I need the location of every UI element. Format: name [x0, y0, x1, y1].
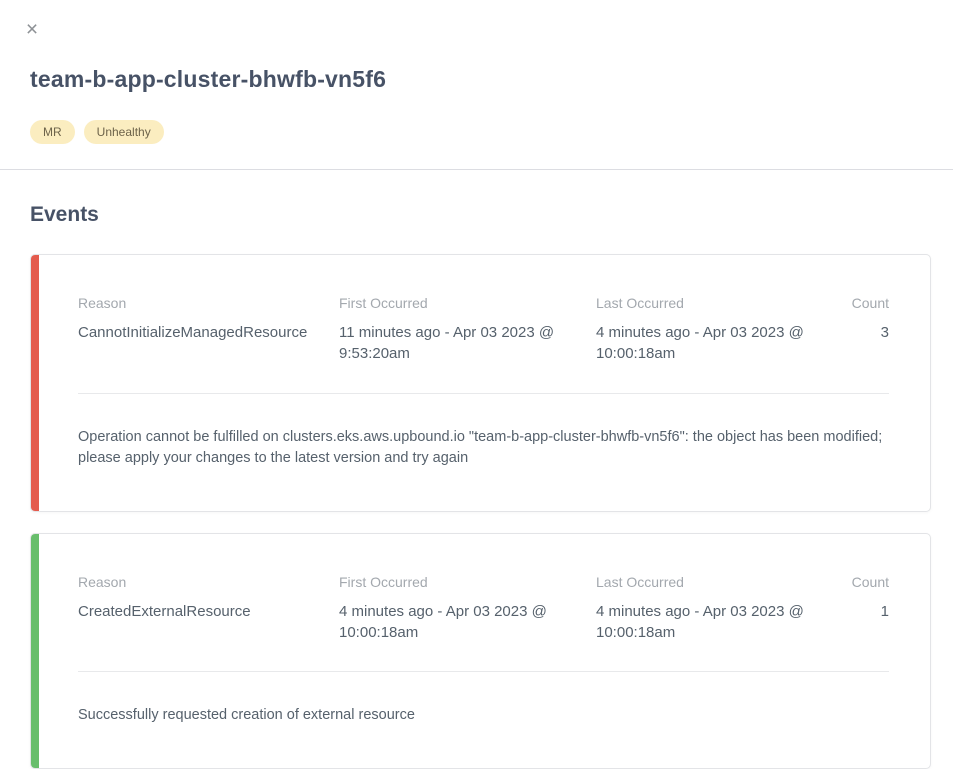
card-divider	[78, 671, 889, 672]
last-occurred-header: Last Occurred	[596, 295, 811, 311]
close-icon[interactable]: ×	[22, 20, 42, 40]
events-section: Events Reason CannotInitializeManagedRes…	[0, 203, 953, 769]
event-message: Successfully requested creation of exter…	[78, 705, 889, 726]
health-status-badge: Unhealthy	[84, 120, 164, 144]
event-table: Reason CreatedExternalResource First Occ…	[78, 574, 889, 644]
page-title: team-b-app-cluster-bhwfb-vn5f6	[30, 66, 923, 93]
event-message: Operation cannot be fulfilled on cluster…	[78, 427, 889, 469]
event-card-error: Reason CannotInitializeManagedResource F…	[30, 254, 931, 512]
last-occurred-value: 4 minutes ago - Apr 03 2023 @ 10:00:18am	[596, 601, 811, 644]
error-status-stripe	[31, 255, 39, 511]
first-occurred-value: 4 minutes ago - Apr 03 2023 @ 10:00:18am	[339, 601, 576, 644]
badge-row: MR Unhealthy	[30, 120, 923, 144]
header-divider	[0, 169, 953, 170]
success-status-stripe	[31, 534, 39, 769]
resource-kind-badge: MR	[30, 120, 75, 144]
count-header: Count	[831, 574, 889, 590]
reason-value: CreatedExternalResource	[78, 601, 319, 622]
card-divider	[78, 393, 889, 394]
events-heading: Events	[30, 203, 931, 227]
count-value: 1	[831, 601, 889, 622]
last-occurred-value: 4 minutes ago - Apr 03 2023 @ 10:00:18am	[596, 322, 811, 365]
panel-header: team-b-app-cluster-bhwfb-vn5f6 MR Unheal…	[0, 66, 953, 144]
event-card-success: Reason CreatedExternalResource First Occ…	[30, 533, 931, 769]
count-header: Count	[831, 295, 889, 311]
first-occurred-value: 11 minutes ago - Apr 03 2023 @ 9:53:20am	[339, 322, 576, 365]
reason-header: Reason	[78, 574, 319, 590]
first-occurred-header: First Occurred	[339, 295, 576, 311]
reason-header: Reason	[78, 295, 319, 311]
first-occurred-header: First Occurred	[339, 574, 576, 590]
event-table: Reason CannotInitializeManagedResource F…	[78, 295, 889, 365]
reason-value: CannotInitializeManagedResource	[78, 322, 319, 343]
count-value: 3	[831, 322, 889, 343]
last-occurred-header: Last Occurred	[596, 574, 811, 590]
